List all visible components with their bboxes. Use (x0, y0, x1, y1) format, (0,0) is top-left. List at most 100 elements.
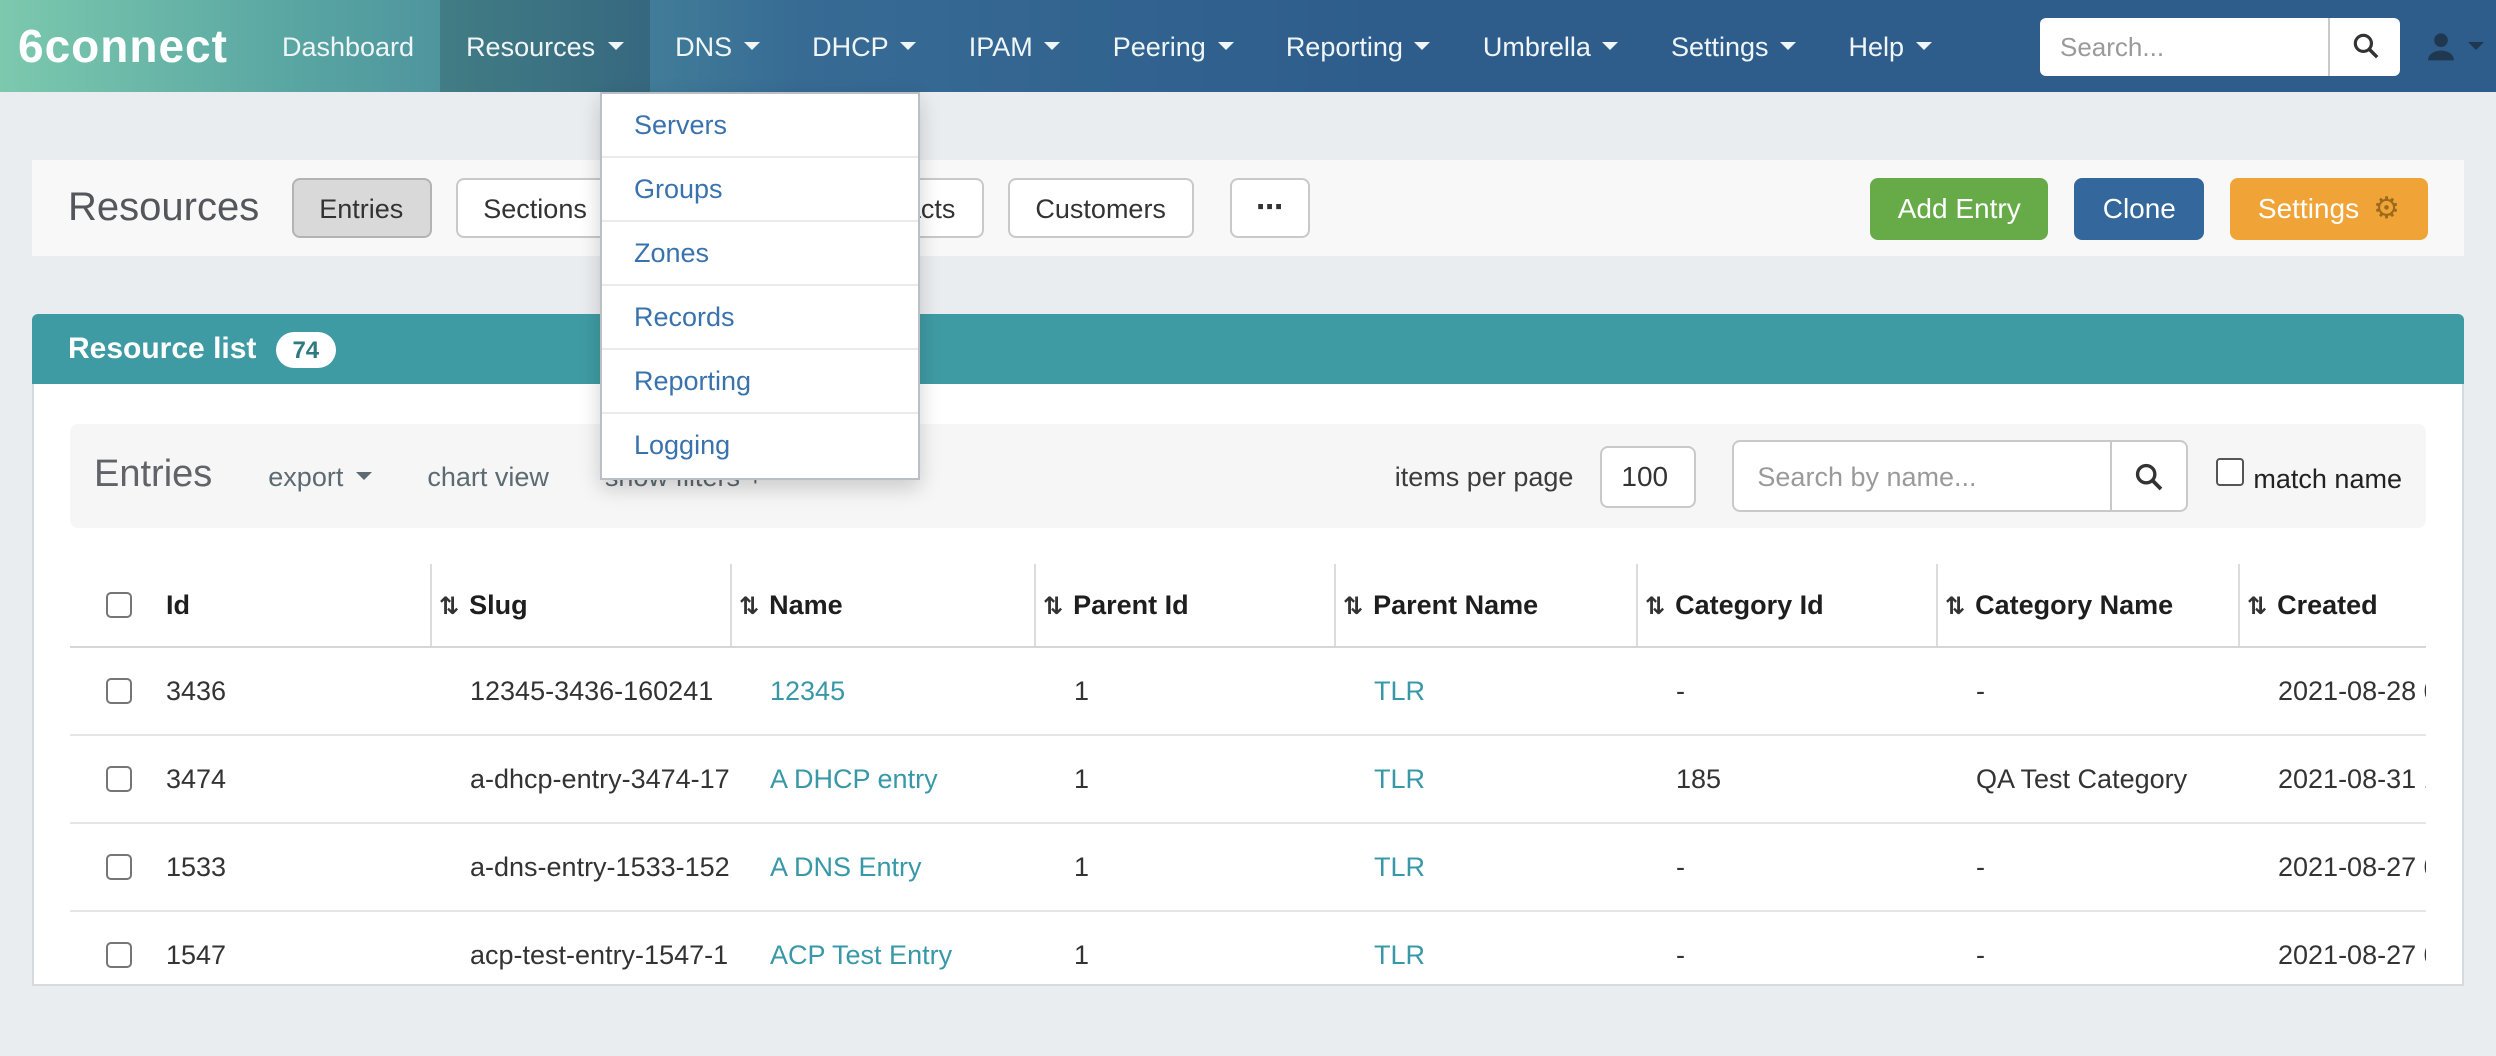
nav-item-resources[interactable]: Resources (440, 0, 649, 92)
entries-table: Id ⇅Slug ⇅Name ⇅Parent Id ⇅Parent Name ⇅… (70, 564, 2426, 986)
export-dropdown[interactable]: export (268, 461, 371, 491)
tab-entries[interactable]: Entries (291, 178, 431, 238)
nav-item-ipam[interactable]: IPAM (943, 0, 1087, 92)
menu-item-reporting[interactable]: Reporting (602, 350, 918, 414)
clone-button[interactable]: Clone (2075, 177, 2204, 239)
column-header-id[interactable]: Id (166, 564, 430, 647)
nav-item-umbrella[interactable]: Umbrella (1457, 0, 1645, 92)
name-search (1731, 440, 2187, 512)
name-link[interactable]: 12345 (770, 676, 845, 706)
nav-label: Umbrella (1483, 31, 1591, 61)
column-header-name[interactable]: ⇅Name (730, 564, 1034, 647)
nav-label: DNS (675, 31, 732, 61)
toolbar-right: items per page match name (1395, 440, 2402, 512)
slug-cell: a-dhcp-entry-3474-17... (430, 735, 730, 823)
user-menu[interactable] (2424, 29, 2484, 63)
category-id-cell: 185 (1636, 735, 1936, 823)
nav-item-settings[interactable]: Settings (1645, 0, 1823, 92)
column-header-created[interactable]: ⇅Created (2238, 564, 2426, 647)
nav-item-peering[interactable]: Peering (1087, 0, 1260, 92)
menu-item-zones[interactable]: Zones (602, 222, 918, 286)
category-id-cell: - (1636, 823, 1936, 911)
chevron-down-icon (1916, 42, 1932, 50)
nav-item-reporting[interactable]: Reporting (1260, 0, 1457, 92)
menu-item-servers[interactable]: Servers (602, 94, 918, 158)
sort-icon: ⇅ (439, 592, 459, 620)
dns-dropdown-menu: Servers Groups Zones Records Reporting L… (600, 92, 920, 480)
nav-label: DHCP (812, 31, 889, 61)
more-tabs-button[interactable]: ⋯ (1230, 178, 1311, 238)
column-header-parent-id[interactable]: ⇅Parent Id (1034, 564, 1334, 647)
menu-item-logging[interactable]: Logging (602, 414, 918, 478)
chevron-down-icon (355, 472, 371, 480)
main-nav: Dashboard Resources DNS DHCP IPAM Peerin… (256, 0, 1958, 92)
nav-item-help[interactable]: Help (1823, 0, 1959, 92)
add-entry-button[interactable]: Add Entry (1870, 177, 2049, 239)
chevron-down-icon (1415, 42, 1431, 50)
created-cell: 2021-08-27 0 (2238, 823, 2426, 911)
table-row: 1533 a-dns-entry-1533-152... A DNS Entry… (70, 823, 2426, 911)
sort-icon: ⇅ (739, 592, 759, 620)
category-id-cell: - (1636, 647, 1936, 735)
sort-icon: ⇅ (2247, 592, 2267, 620)
sort-icon: ⇅ (1043, 592, 1063, 620)
table-row: 3436 12345-3436-160241 12345 1 TLR - - 2… (70, 647, 2426, 735)
slug-cell: acp-test-entry-1547-1... (430, 911, 730, 986)
parent-name-link[interactable]: TLR (1374, 852, 1425, 882)
row-checkbox[interactable] (106, 678, 132, 704)
chevron-down-icon (744, 42, 760, 50)
global-search (2040, 17, 2400, 75)
row-checkbox[interactable] (106, 766, 132, 792)
global-search-button[interactable] (2328, 17, 2400, 75)
entries-heading: Entries (94, 454, 212, 498)
category-name-cell: - (1936, 911, 2238, 986)
settings-button[interactable]: Settings ⚙ (2230, 177, 2428, 239)
column-header-parent-name[interactable]: ⇅Parent Name (1334, 564, 1636, 647)
parent-id-cell: 1 (1034, 823, 1334, 911)
nav-label: Dashboard (282, 31, 414, 61)
panel-title: Resource list (68, 332, 256, 366)
user-icon (2424, 29, 2458, 63)
parent-name-link[interactable]: TLR (1374, 764, 1425, 794)
chart-view-link[interactable]: chart view (427, 461, 549, 491)
parent-name-link[interactable]: TLR (1374, 940, 1425, 970)
name-link[interactable]: A DNS Entry (770, 852, 922, 882)
slug-cell: 12345-3436-160241 (430, 647, 730, 735)
created-cell: 2021-08-27 0 (2238, 911, 2426, 986)
select-all-cell (70, 564, 166, 647)
match-name-checkbox[interactable] (2215, 458, 2243, 486)
menu-item-groups[interactable]: Groups (602, 158, 918, 222)
parent-name-link[interactable]: TLR (1374, 676, 1425, 706)
items-per-page-input[interactable] (1599, 445, 1695, 507)
tab-customers[interactable]: Customers (1007, 178, 1194, 238)
nav-label: Settings (1671, 31, 1769, 61)
column-header-category-id[interactable]: ⇅Category Id (1636, 564, 1936, 647)
nav-item-dashboard[interactable]: Dashboard (256, 0, 440, 92)
global-search-input[interactable] (2040, 17, 2328, 75)
match-name: match name (2215, 458, 2402, 494)
select-all-checkbox[interactable] (106, 592, 132, 618)
parent-id-cell: 1 (1034, 735, 1334, 823)
sort-icon: ⇅ (1645, 592, 1665, 620)
tab-sections[interactable]: Sections (455, 178, 615, 238)
chevron-down-icon (1781, 42, 1797, 50)
name-link[interactable]: A DHCP entry (770, 764, 938, 794)
search-by-name-button[interactable] (2111, 440, 2187, 512)
id-cell: 3436 (166, 647, 430, 735)
column-header-category-name[interactable]: ⇅Category Name (1936, 564, 2238, 647)
row-checkbox[interactable] (106, 854, 132, 880)
nav-item-dns[interactable]: DNS (649, 0, 786, 92)
parent-id-cell: 1 (1034, 911, 1334, 986)
resource-count-badge: 74 (276, 331, 335, 367)
name-link[interactable]: ACP Test Entry (770, 940, 952, 970)
created-cell: 2021-08-28 0 (2238, 647, 2426, 735)
row-checkbox[interactable] (106, 942, 132, 968)
nav-item-dhcp[interactable]: DHCP (786, 0, 943, 92)
column-header-slug[interactable]: ⇅Slug (430, 564, 730, 647)
search-by-name-input[interactable] (1731, 440, 2111, 512)
chevron-down-icon (1603, 42, 1619, 50)
logo[interactable]: 6connect (0, 0, 256, 92)
menu-item-records[interactable]: Records (602, 286, 918, 350)
parent-id-cell: 1 (1034, 647, 1334, 735)
nav-label: Resources (466, 31, 595, 61)
